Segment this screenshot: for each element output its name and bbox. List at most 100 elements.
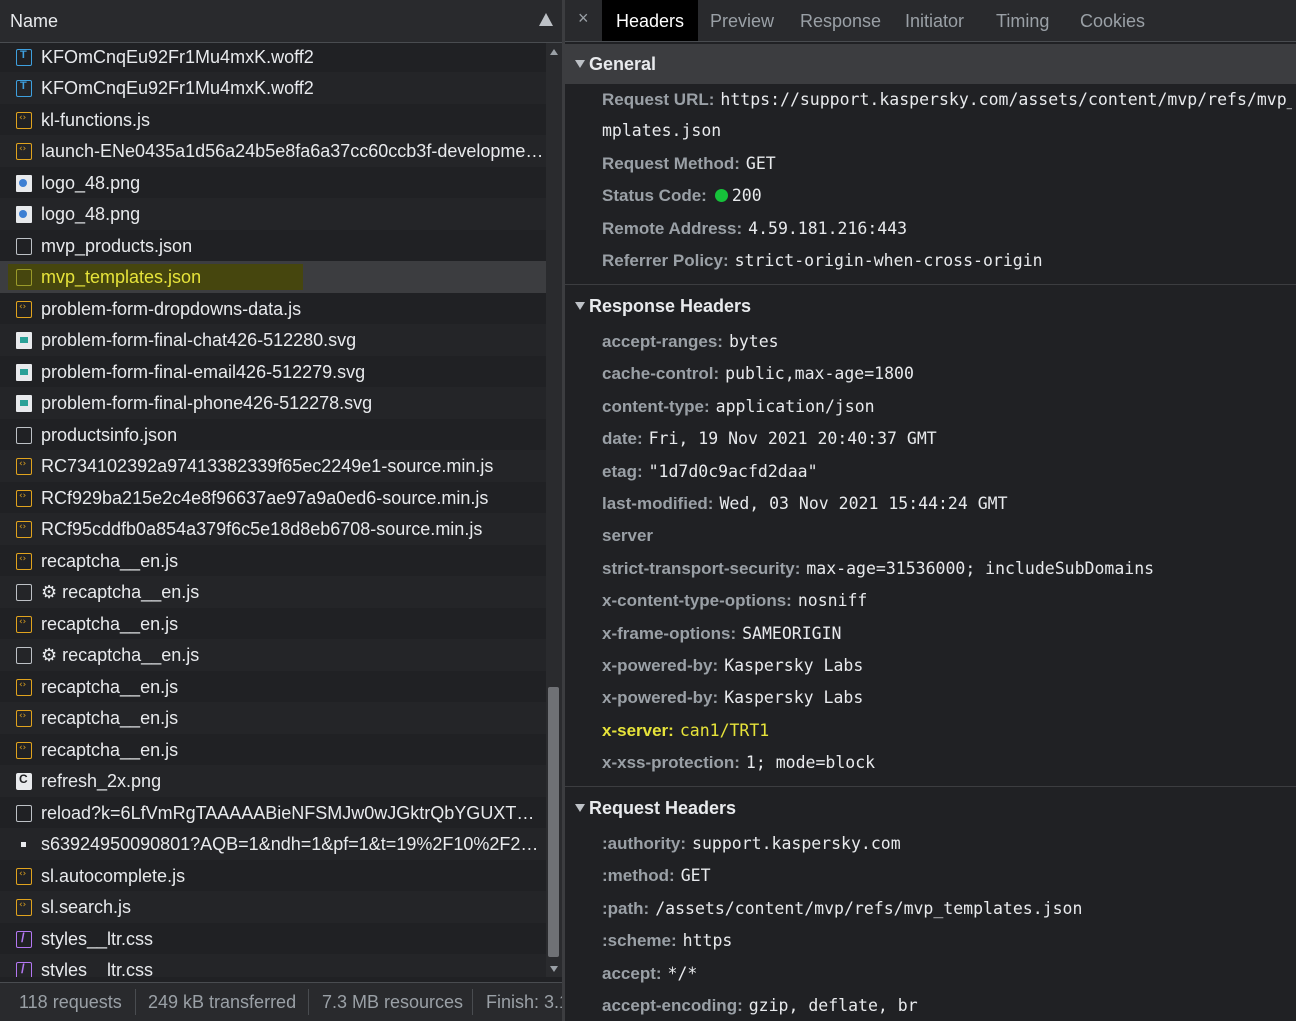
request-row[interactable]: recaptcha__en.js: [0, 734, 546, 766]
header-key: cache-control:: [602, 364, 720, 384]
document-file-icon: [16, 584, 32, 601]
request-name: s63924950090801?AQB=1&ndh=1&pf=1&t=19%2F…: [41, 834, 544, 854]
stylesheet-file-icon: [16, 961, 32, 977]
header-row: x-powered-by: Kaspersky Labs: [602, 656, 1292, 684]
request-row[interactable]: sl.search.js: [0, 891, 546, 923]
script-file-icon: [16, 300, 32, 318]
request-row[interactable]: recaptcha__en.js: [0, 702, 546, 734]
referrer-policy-row: Referrer Policy: strict-origin-when-cross…: [602, 251, 1292, 279]
header-key: :path:: [602, 898, 650, 918]
document-file-icon: [16, 426, 32, 444]
request-row[interactable]: s63924950090801?AQB=1&ndh=1&pf=1&t=19%2F…: [0, 828, 546, 860]
request-name: RCf95cddfb0a854a379f6c5e18d8eb6708-sourc…: [41, 519, 483, 539]
request-url-continuation: mplates.json: [602, 121, 1292, 149]
request-row[interactable]: problem-form-final-chat426-512280.svg: [0, 324, 546, 356]
font-file-icon: [16, 80, 32, 97]
request-name: KFOmCnqEu92Fr1Mu4mxK.woff2: [41, 78, 314, 98]
request-row[interactable]: refresh_2x.png: [0, 765, 546, 797]
request-row[interactable]: sl.autocomplete.js: [0, 860, 546, 892]
request-details-pane: × Headers Preview Response Initiator Tim…: [565, 0, 1296, 1021]
stylesheet-file-icon: [16, 930, 32, 948]
header-row: x-server: can1/TRT1: [602, 720, 1292, 749]
header-row: server: [602, 526, 1292, 554]
header-key: content-type:: [602, 396, 710, 416]
transferred-size: 249 kB transferred: [148, 992, 297, 1012]
requests-count: 118 requests: [19, 992, 122, 1012]
request-row[interactable]: kl-functions.js: [0, 104, 546, 136]
request-name: logo_48.png: [41, 172, 141, 193]
request-row[interactable]: mvp_products.json: [0, 230, 546, 262]
request-method-row: Request Method: GET: [602, 154, 1292, 182]
header-key: x-xss-protection:: [602, 753, 740, 773]
header-value: Wed, 03 Nov 2021 15:44:24 GMT: [719, 494, 1008, 513]
header-key: Referrer Policy:: [602, 251, 729, 270]
request-row[interactable]: ⚙ recaptcha__en.js: [0, 576, 546, 608]
request-row[interactable]: RCf95cddfb0a854a379f6c5e18d8eb6708-sourc…: [0, 513, 546, 545]
request-row[interactable]: recaptcha__en.js: [0, 671, 546, 703]
svg-file-icon: [16, 395, 32, 412]
name-column-header[interactable]: Name: [0, 0, 562, 43]
request-row[interactable]: problem-form-dropdowns-data.js: [0, 293, 546, 325]
request-row[interactable]: launch-ENe0435a1d56a24b5e8fa6a37cc60ccb3…: [0, 135, 546, 167]
request-row[interactable]: logo_48.png: [0, 167, 546, 199]
request-row[interactable]: RC734102392a97413382339f65ec2249e1-sourc…: [0, 450, 546, 482]
header-key: :method:: [602, 866, 675, 886]
header-key: x-frame-options:: [602, 623, 737, 643]
resources-size: 7.3 MB resources: [322, 992, 464, 1012]
header-value: 200: [731, 186, 762, 205]
request-name: recaptcha__en.js: [41, 708, 179, 728]
request-row[interactable]: reload?k=6LfVmRgTAAAAABieNFSMJw0wJGktrQb…: [0, 797, 546, 829]
request-row[interactable]: KFOmCnqEu92Fr1Mu4mxK.woff2: [0, 43, 546, 72]
refresh-image-icon: [16, 772, 32, 790]
status-ok-icon: [714, 189, 728, 202]
request-name: reload?k=6LfVmRgTAAAAABieNFSMJw0wJGktrQb…: [41, 802, 544, 823]
image-file-icon: [16, 206, 32, 223]
request-row[interactable]: problem-form-final-phone426-512278.svg: [0, 387, 546, 419]
header-key: accept:: [602, 963, 662, 983]
header-value: max-age=31536000; includeSubDomains: [806, 558, 1155, 578]
sort-ascending-icon[interactable]: [539, 13, 553, 26]
scroll-down-icon[interactable]: [550, 966, 558, 972]
script-file-icon: [16, 489, 32, 507]
request-list-scrollbar[interactable]: [546, 43, 562, 977]
response-headers-section-header[interactable]: Response Headers: [565, 286, 1296, 326]
document-file-icon: [16, 237, 32, 255]
header-value: can1/TRT1: [679, 720, 770, 740]
status-code-row: Status Code: 200: [602, 186, 1292, 214]
request-row[interactable]: RCf929ba215e2c4e8f96637ae97a9a0ed6-sourc…: [0, 482, 546, 514]
header-key: Remote Address:: [602, 219, 743, 238]
request-row[interactable]: KFOmCnqEu92Fr1Mu4mxK.woff2: [0, 72, 546, 104]
header-row: date: Fri, 19 Nov 2021 20:40:37 GMT: [602, 429, 1292, 457]
header-key: x-powered-by:: [602, 688, 719, 708]
request-name: styles__ltr.css: [41, 960, 154, 977]
header-key: Status Code:: [602, 186, 707, 205]
request-row[interactable]: recaptcha__en.js: [0, 545, 546, 577]
request-row-selected[interactable]: mvp_templates.json: [0, 261, 546, 293]
request-name: ⚙ recaptcha__en.js: [41, 645, 200, 665]
request-name: sl.autocomplete.js: [41, 865, 186, 886]
header-row: :method: GET: [602, 866, 1292, 894]
request-headers-section-header[interactable]: Request Headers: [565, 788, 1296, 828]
svg-file-icon: [16, 332, 32, 349]
request-row[interactable]: logo_48.png: [0, 198, 546, 230]
general-section-header[interactable]: General: [565, 44, 1296, 84]
header-row: etag: "1d7d0c9acfd2daa": [602, 462, 1292, 490]
expand-triangle-icon: [575, 804, 585, 812]
request-row[interactable]: recaptcha__en.js: [0, 608, 546, 640]
request-name: recaptcha__en.js: [41, 739, 179, 760]
request-row[interactable]: styles__ltr.css: [0, 923, 546, 955]
request-name: KFOmCnqEu92Fr1Mu4mxK.woff2: [41, 46, 314, 67]
request-row[interactable]: problem-form-final-email426-512279.svg: [0, 356, 546, 388]
header-key: date:: [602, 429, 643, 449]
request-row[interactable]: styles__ltr.css: [0, 954, 546, 977]
header-key: x-server:: [602, 720, 674, 740]
request-row[interactable]: productsinfo.json: [0, 419, 546, 451]
name-column-label: Name: [10, 11, 59, 31]
network-summary-bar: 118 requests 249 kB transferred 7.3 MB r…: [0, 982, 562, 1021]
header-value: gzip, deflate, br: [748, 996, 918, 1015]
request-row[interactable]: ⚙ recaptcha__en.js: [0, 639, 546, 671]
scrollbar-thumb[interactable]: [548, 687, 559, 957]
request-name: productsinfo.json: [41, 424, 178, 445]
scroll-up-icon[interactable]: [550, 49, 558, 55]
header-key: Request URL:: [602, 90, 715, 109]
